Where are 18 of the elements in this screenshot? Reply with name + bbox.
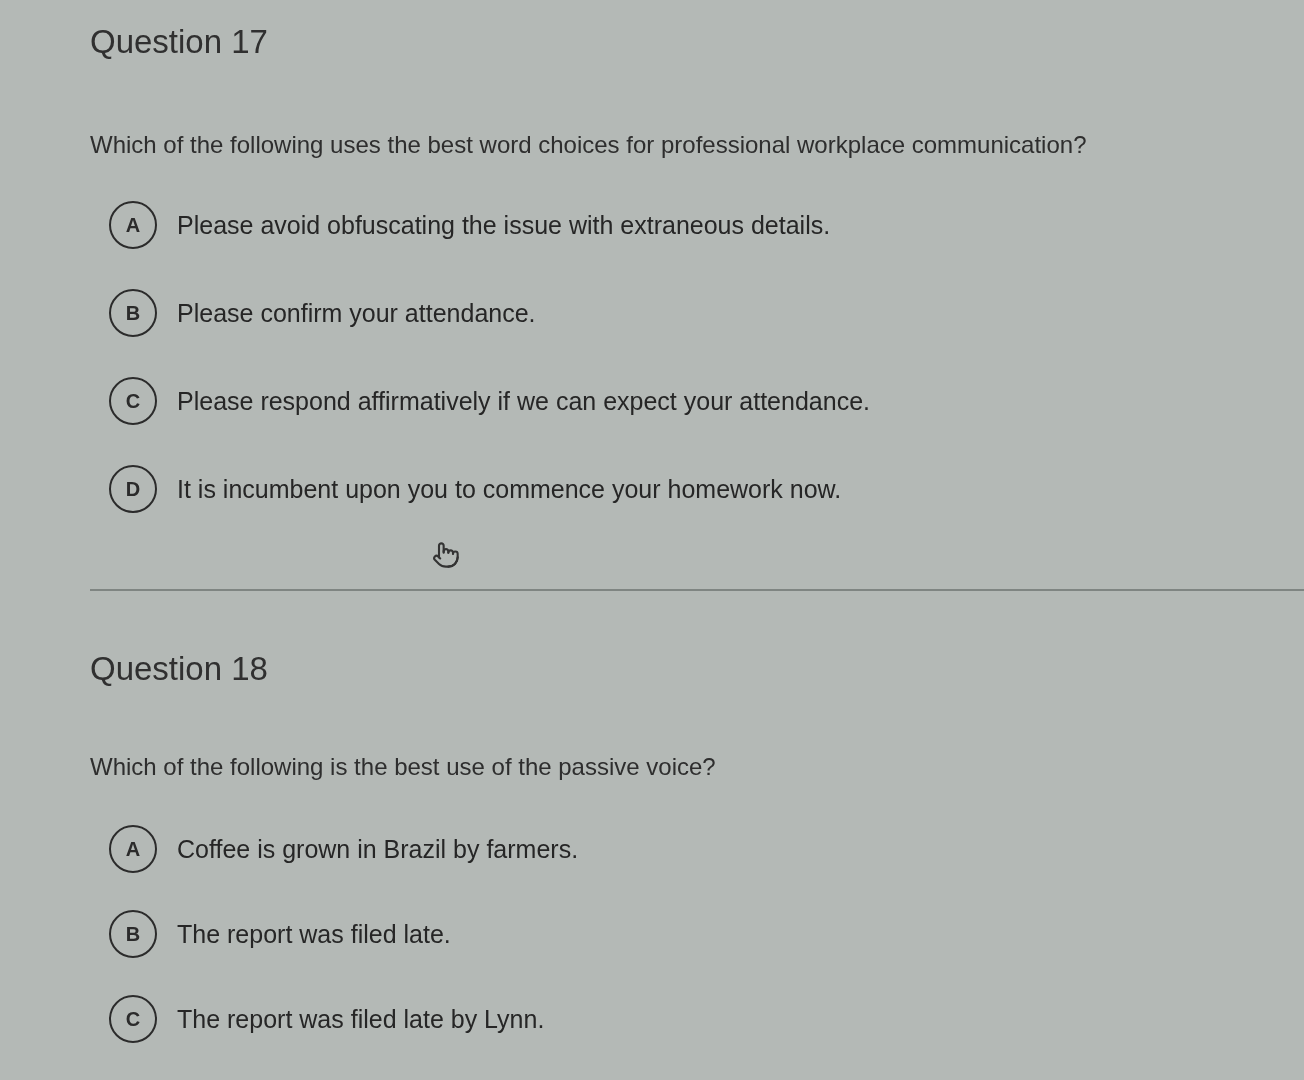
answer-text: The report was filed late. bbox=[177, 919, 451, 950]
option-radio[interactable]: A bbox=[109, 825, 157, 873]
answer-text: Please avoid obfuscating the issue with extraneous details. bbox=[177, 210, 831, 241]
answer-text: Please confirm your attendance. bbox=[177, 298, 536, 329]
question-prompt: Which of the following is the best use of the passive voice? bbox=[90, 752, 716, 782]
option-radio[interactable]: B bbox=[109, 910, 157, 958]
answer-text: The report was filed late by Lynn. bbox=[177, 1004, 545, 1035]
answer-text: It is incumbent upon you to commence your homework now. bbox=[177, 474, 842, 505]
option-radio[interactable]: C bbox=[109, 995, 157, 1043]
option-radio[interactable]: B bbox=[109, 289, 157, 337]
option-radio[interactable]: C bbox=[109, 377, 157, 425]
question-title: Question 17 bbox=[90, 22, 268, 62]
question-title: Question 18 bbox=[90, 649, 268, 689]
option-radio[interactable]: D bbox=[109, 465, 157, 513]
answer-text: Please respond affirmatively if we can expect your attendance. bbox=[177, 386, 870, 417]
answer-text: Coffee is grown in Brazil by farmers. bbox=[177, 834, 579, 865]
option-radio[interactable]: A bbox=[109, 201, 157, 249]
question-prompt: Which of the following uses the best word choices for professional workplace communication? bbox=[90, 130, 1087, 160]
